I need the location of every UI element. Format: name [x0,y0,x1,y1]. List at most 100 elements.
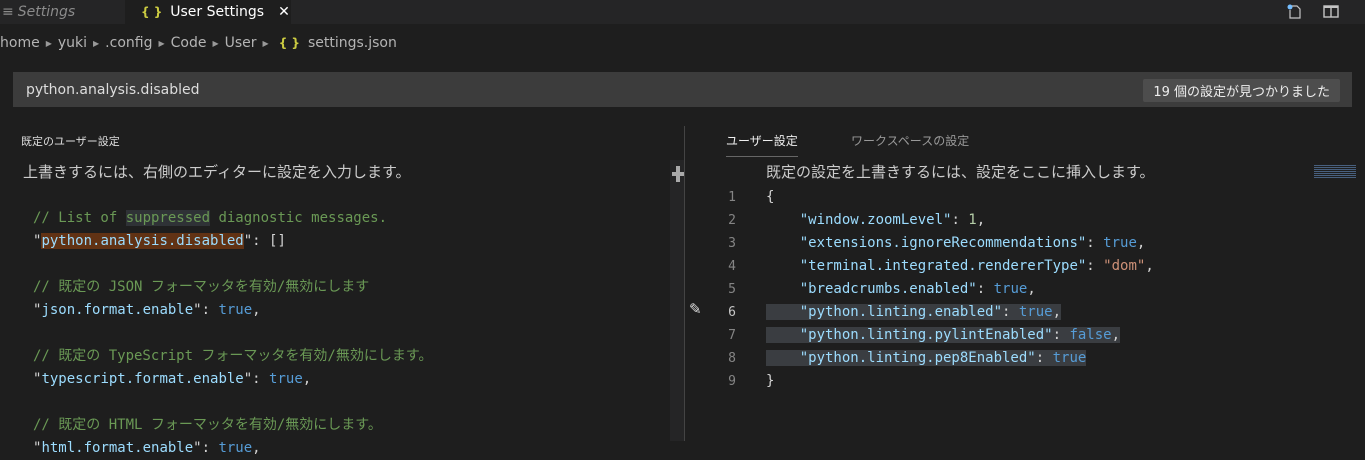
code-token: "python.linting.pep8Enabled" [799,350,1036,366]
code-token: : [1052,327,1070,343]
code-line: "python.linting.pylintEnabled": false, [766,324,1154,347]
code-token: json.format.enable [41,302,194,318]
breadcrumb-item[interactable]: home [0,35,40,51]
code-token: : [1086,235,1104,251]
code-token: : [252,371,270,387]
code-line: // 既定の JSON フォーマッタを有効/無効にします [33,276,432,299]
minimap[interactable] [1314,165,1356,179]
chevron-right-icon: ▶ [262,38,269,48]
code-token: , [1136,235,1146,251]
code-token: : [951,212,969,228]
code-token: "breadcrumbs.enabled" [799,281,977,297]
code-token: // 既定の HTML フォーマッタを有効/無効にします。 [33,417,382,433]
code-token: " [243,233,253,249]
tab-label: User Settings [170,4,265,20]
code-line: "extensions.ignoreRecommendations": true… [766,232,1154,255]
code-token: : [1002,304,1019,320]
tab-label: Settings [17,4,76,20]
code-token: , [252,440,261,456]
code-token: : [1086,258,1104,274]
code-token: : [201,440,219,456]
breadcrumb-item[interactable]: yuki [58,35,87,51]
scrollbar[interactable] [670,160,684,441]
code-line: "python.linting.pep8Enabled": true [766,347,1154,370]
code-token: // List of [33,210,126,226]
code-line: { [766,186,1154,209]
line-number: 3 [728,236,736,251]
code-line: } [766,370,1154,393]
code-line: "python.analysis.disabled": [] [33,230,432,253]
breadcrumb-item[interactable]: settings.json [308,35,397,51]
code-token: , [976,212,986,228]
code-token: // 既定の JSON フォーマッタを有効/無効にします [33,279,370,295]
tab-workspace-settings[interactable]: ワークスペースの設定 [851,132,969,149]
code-token: "dom" [1103,258,1146,274]
tab-user-settings-scope[interactable]: ユーザー設定 [726,132,798,157]
chevron-right-icon: ▶ [158,38,165,48]
pencil-icon[interactable]: ✎ [689,300,702,318]
line-number: 6 [728,305,736,320]
line-number: 1 [728,190,736,205]
code-token: false [1069,327,1112,343]
code-token: "python.linting.pylintEnabled" [799,327,1053,343]
code-line: "typescript.format.enable": true, [33,368,432,391]
code-token: " [243,371,253,387]
code-token: " [33,440,42,456]
code-line: "breadcrumbs.enabled": true, [766,278,1154,301]
default-settings-description: 上書きするには、右側のエディターに設定を入力します。 [23,163,411,181]
code-token: , [1052,304,1062,320]
code-token: , [1145,258,1154,274]
code-token: : [201,302,219,318]
code-token: , [1111,327,1121,343]
code-line: // 既定の TypeScript フォーマッタを有効/無効にします。 [33,345,432,368]
code-token: true [1018,304,1053,320]
chevron-right-icon: ▶ [212,38,219,48]
close-icon[interactable]: ✕ [278,4,290,20]
pane-divider[interactable] [684,126,685,441]
code-token: : [1035,350,1053,366]
code-token: : [976,281,994,297]
code-token: diagnostic messages. [210,210,388,226]
breadcrumb-item[interactable]: Code [171,35,207,51]
code-token: : [] [252,233,286,249]
open-settings-json-icon[interactable] [1286,4,1302,19]
tab-user-settings[interactable]: { } User Settings ✕ [125,0,291,24]
list-icon: ≡ [2,4,14,20]
braces-icon: { } [141,5,163,19]
split-editor-icon[interactable] [1323,4,1339,19]
code-line: "json.format.enable": true, [33,299,432,322]
braces-icon: { } [278,36,300,50]
code-token: , [252,302,261,318]
code-token: "terminal.integrated.rendererType" [799,258,1087,274]
code-token: "extensions.ignoreRecommendations" [799,235,1087,251]
chevron-right-icon: ▶ [93,38,100,48]
code-token: python.analysis.disabled [41,233,244,249]
code-token: true [218,302,253,318]
code-line: // 既定の HTML フォーマッタを有効/無効にします。 [33,414,432,437]
code-token: typescript.format.enable [41,371,244,387]
user-settings-description: 既定の設定を上書きするには、設定をここに挿入します。 [766,163,1155,181]
line-number: 9 [728,374,736,389]
default-settings-editor[interactable]: // List of suppressed diagnostic message… [33,207,432,460]
line-number: 2 [728,213,736,228]
code-token: suppressed [125,210,211,226]
breadcrumb-item[interactable]: .config [105,35,152,51]
breadcrumb-item[interactable]: User [225,35,257,51]
code-line: "window.zoomLevel": 1, [766,209,1154,232]
user-settings-editor[interactable]: { "window.zoomLevel": 1, "extensions.ign… [766,186,1154,393]
code-line: "html.format.enable": true, [33,437,432,460]
add-icon-stem [676,166,680,182]
code-token: , [302,371,312,387]
tab-settings[interactable]: ≡ Settings [0,0,125,24]
settings-search-input[interactable]: python.analysis.disabled 19 個の設定が見つかりました [13,72,1352,107]
code-token: // 既定の TypeScript フォーマッタを有効/無効にします。 [33,348,433,364]
code-token: " [193,440,202,456]
code-token: true [993,281,1028,297]
